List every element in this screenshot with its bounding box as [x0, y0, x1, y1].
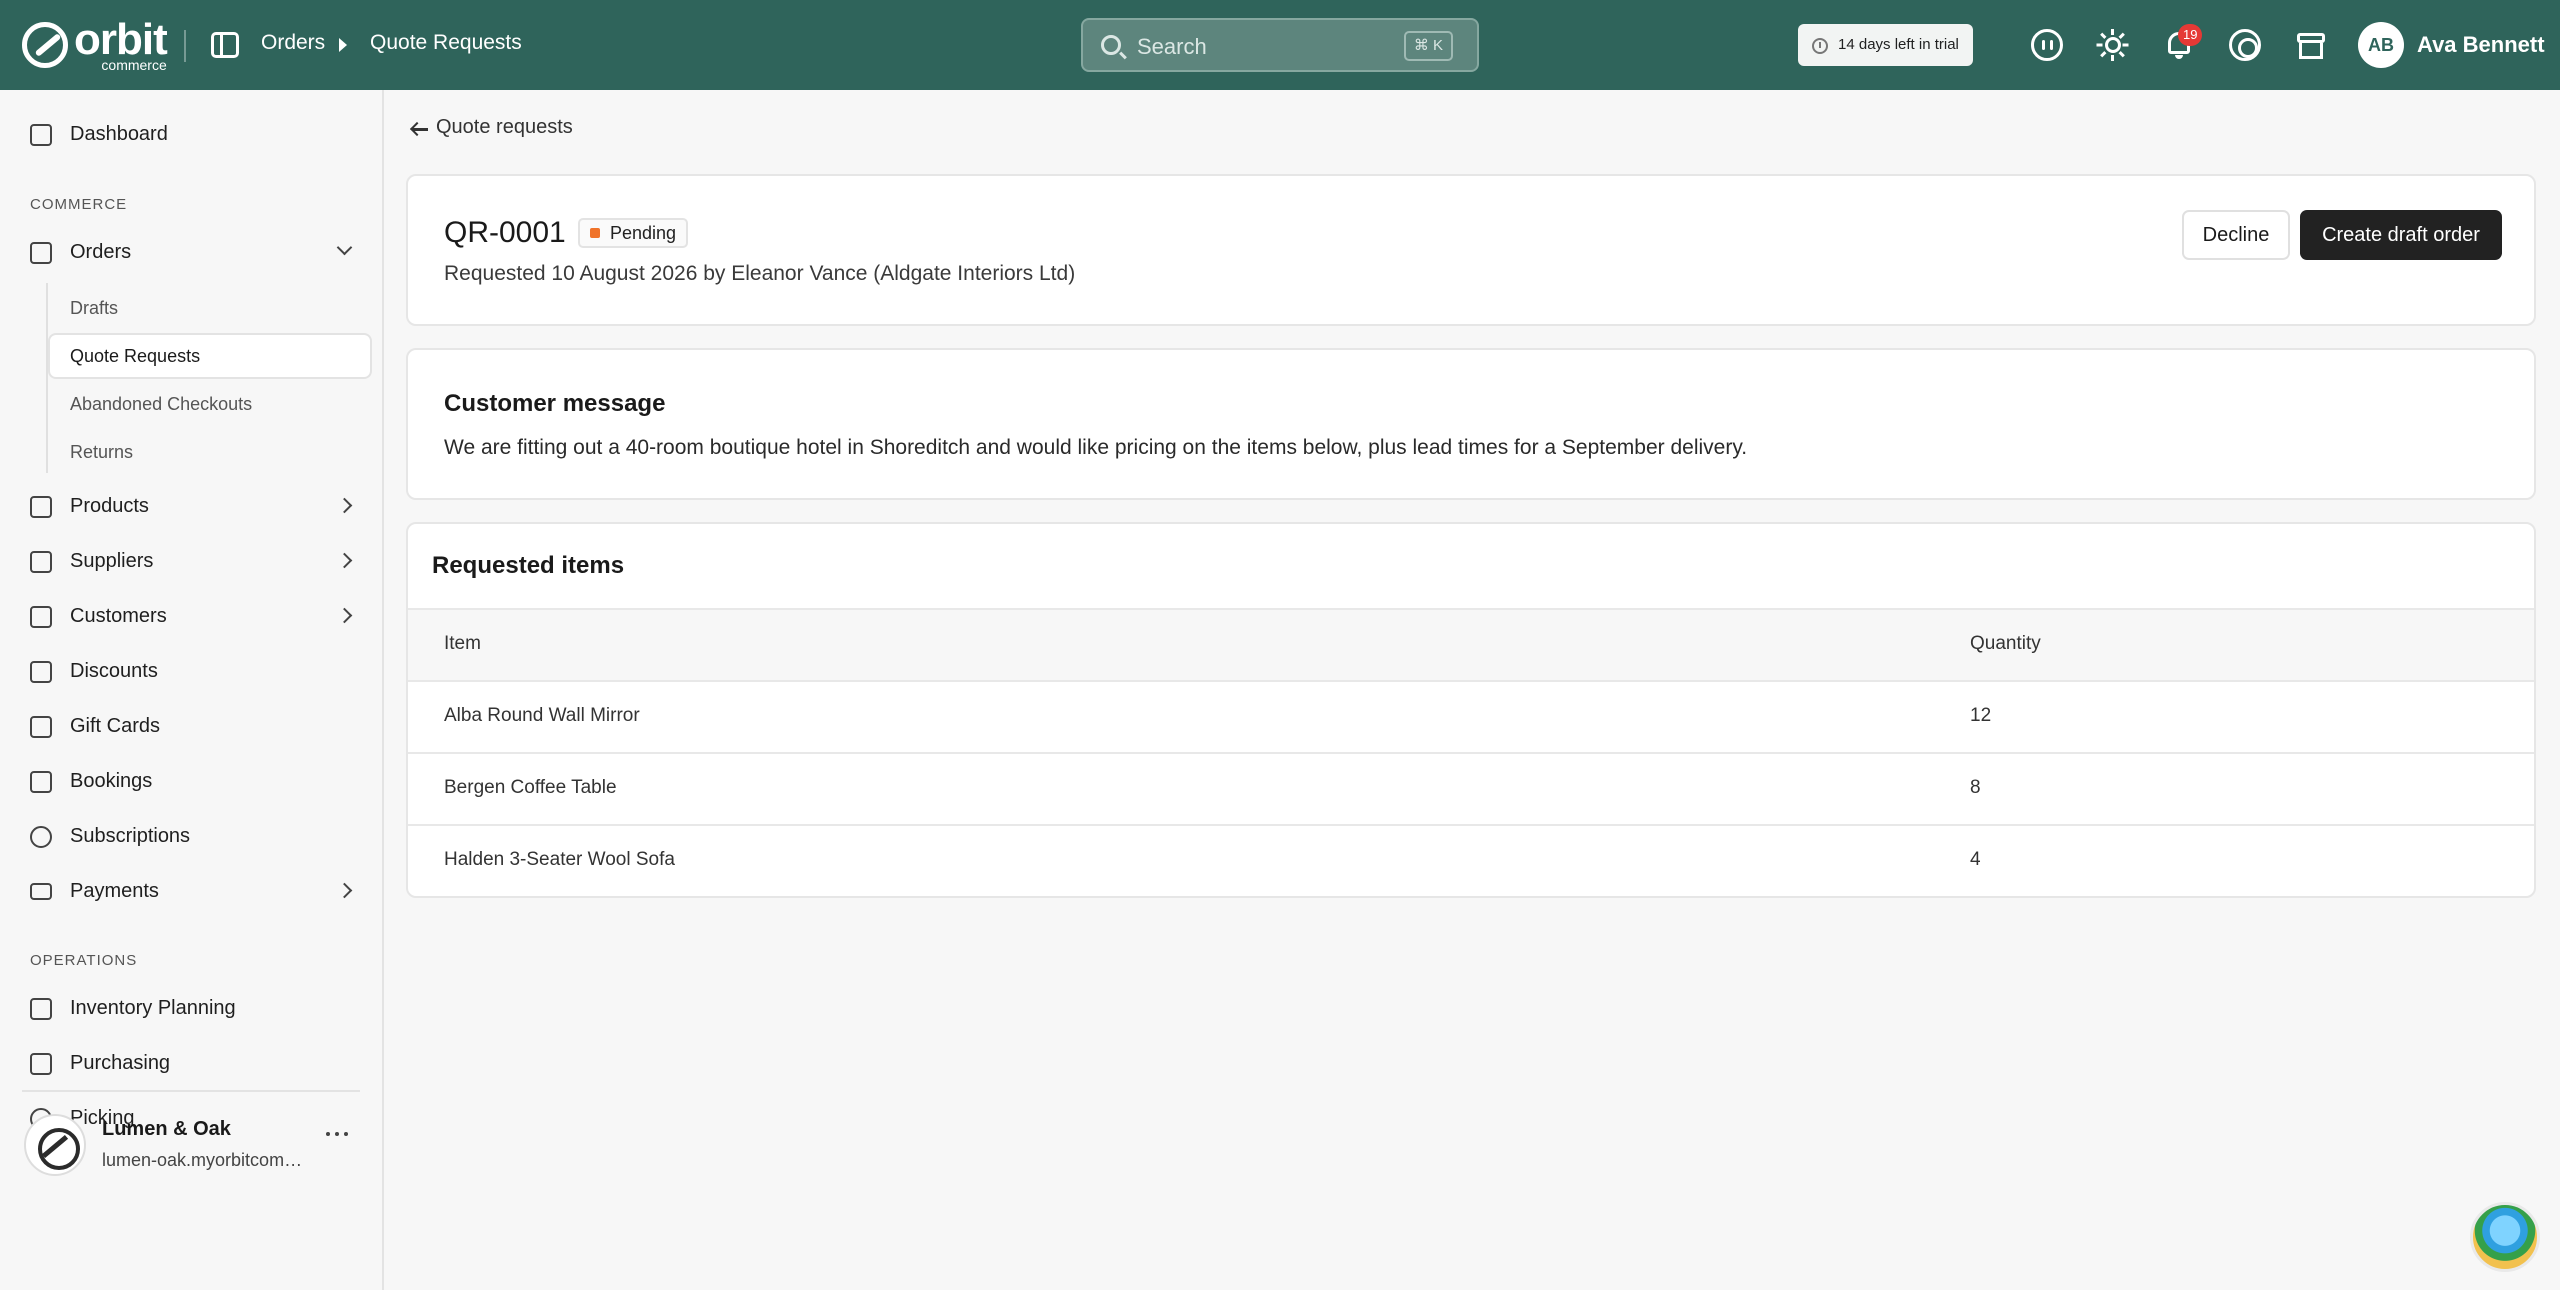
trial-text: 14 days left in trial [1838, 36, 1959, 53]
search-input[interactable]: Search ⌘ K [1081, 18, 1479, 72]
clock-icon [1812, 38, 1828, 54]
sidebar-item-purchasing[interactable]: Purchasing [0, 1041, 384, 1085]
table-row[interactable]: Halden 3-Seater Wool Sofa 4 [408, 824, 2534, 896]
sidebar-subitem-drafts[interactable]: Drafts [48, 285, 372, 331]
more-options-icon[interactable] [326, 1130, 350, 1138]
column-header-item: Item [444, 633, 481, 654]
sidebar-item-discounts[interactable]: Discounts [0, 649, 384, 693]
notification-badge: 19 [2178, 24, 2203, 46]
sidebar-item-products[interactable]: Products [0, 484, 384, 528]
top-bar: orbit commerce Orders Quote Requests Sea… [0, 0, 2560, 90]
table-row[interactable]: Bergen Coffee Table 8 [408, 752, 2534, 824]
discount-tag-icon [30, 661, 52, 683]
dashboard-icon [30, 124, 52, 146]
column-header-quantity: Quantity [1970, 633, 2041, 654]
topbar-divider [184, 30, 186, 62]
brand-sub: commerce [101, 57, 167, 73]
sidebar-item-bookings[interactable]: Bookings [0, 759, 384, 803]
clipboard-icon [30, 998, 52, 1020]
sidebar: Dashboard COMMERCE Orders Drafts Quote R… [0, 90, 384, 1290]
store-name: Lumen & Oak [102, 1118, 231, 1140]
customer-message-card: Customer message We are fitting out a 40… [406, 348, 2536, 500]
table-row[interactable]: Alba Round Wall Mirror 12 [408, 680, 2534, 752]
sidebar-item-inventory-planning[interactable]: Inventory Planning [0, 986, 384, 1030]
breadcrumb-separator-icon [339, 38, 347, 52]
sidebar-item-subscriptions[interactable]: Subscriptions [0, 814, 384, 858]
sidebar-item-dashboard[interactable]: Dashboard [0, 112, 384, 156]
customer-message-body: We are fitting out a 40-room boutique ho… [444, 436, 1748, 459]
chevron-down-icon [336, 239, 353, 256]
arrow-left-icon[interactable] [410, 124, 428, 134]
decline-button[interactable]: Decline [2182, 210, 2290, 260]
status-badge: Pending [578, 218, 689, 248]
sidebar-toggle-icon[interactable] [211, 32, 239, 58]
item-name: Alba Round Wall Mirror [444, 705, 640, 726]
requested-items-title: Requested items [432, 552, 625, 579]
brand-name: orbit [74, 15, 168, 64]
search-placeholder: Search [1137, 34, 1207, 59]
table-header-row: Item Quantity [408, 608, 2534, 680]
suppliers-building-icon [30, 551, 52, 573]
search-icon [1101, 35, 1121, 55]
chevron-right-icon [336, 497, 353, 514]
purchasing-box-icon [30, 1053, 52, 1075]
sidebar-subitem-abandoned-checkouts[interactable]: Abandoned Checkouts [48, 381, 372, 427]
customers-users-icon [30, 606, 52, 628]
section-label-commerce: COMMERCE [30, 196, 128, 213]
brand-logo[interactable]: orbit commerce [22, 15, 168, 73]
sidebar-item-orders[interactable]: Orders [0, 230, 384, 274]
sidebar-footer-divider [22, 1090, 360, 1092]
avatar[interactable]: AB [2358, 22, 2404, 68]
breadcrumb-orders[interactable]: Orders [261, 31, 325, 55]
item-quantity: 4 [1970, 849, 1981, 870]
item-quantity: 8 [1970, 777, 1981, 798]
assistant-icon[interactable] [2031, 29, 2063, 61]
search-shortcut: ⌘ K [1403, 31, 1453, 61]
chevron-right-icon [336, 607, 353, 624]
sidebar-item-customers[interactable]: Customers [0, 594, 384, 638]
section-label-operations: OPERATIONS [30, 952, 138, 969]
orbit-logo-icon [22, 22, 68, 68]
chevron-right-icon [336, 552, 353, 569]
sidebar-item-gift-cards[interactable]: Gift Cards [0, 704, 384, 748]
storefront-icon[interactable] [2295, 29, 2327, 61]
item-name: Bergen Coffee Table [444, 777, 617, 798]
items-table: Item Quantity Alba Round Wall Mirror 12 … [408, 608, 2534, 896]
requested-items-card: Requested items Item Quantity Alba Round… [406, 522, 2536, 898]
assistant-chat-launcher-icon[interactable] [2470, 1202, 2540, 1272]
create-draft-order-button[interactable]: Create draft order [2300, 210, 2502, 260]
sidebar-subitem-returns[interactable]: Returns [48, 429, 372, 475]
trial-badge[interactable]: 14 days left in trial [1798, 24, 1973, 66]
page-title: QR-0001 [444, 216, 566, 249]
store-url: lumen-oak.myorbitcommerce.com [102, 1150, 306, 1170]
quote-header-card: QR-0001 Pending Requested 10 August 2026… [406, 174, 2536, 326]
item-name: Halden 3-Seater Wool Sofa [444, 849, 675, 870]
gift-icon [30, 716, 52, 738]
requested-by-text: Requested 10 August 2026 by Eleanor Vanc… [444, 262, 1076, 285]
credit-card-icon [30, 883, 52, 900]
store-logo-icon[interactable] [24, 1114, 86, 1176]
sidebar-item-suppliers[interactable]: Suppliers [0, 539, 384, 583]
orders-icon [30, 242, 52, 264]
calendar-icon [30, 771, 52, 793]
help-lifebuoy-icon[interactable] [2229, 29, 2261, 61]
sidebar-subitem-quote-requests[interactable]: Quote Requests [48, 333, 372, 379]
refresh-icon [30, 826, 52, 848]
theme-sun-icon[interactable] [2096, 29, 2129, 61]
user-name[interactable]: Ava Bennett [2417, 32, 2545, 58]
products-box-icon [30, 496, 52, 518]
chevron-right-icon [336, 882, 353, 899]
back-link[interactable]: Quote requests [436, 116, 573, 139]
sidebar-item-payments[interactable]: Payments [0, 869, 384, 913]
customer-message-title: Customer message [444, 390, 666, 417]
breadcrumb-current: Quote Requests [370, 31, 522, 54]
item-quantity: 12 [1970, 705, 1992, 726]
